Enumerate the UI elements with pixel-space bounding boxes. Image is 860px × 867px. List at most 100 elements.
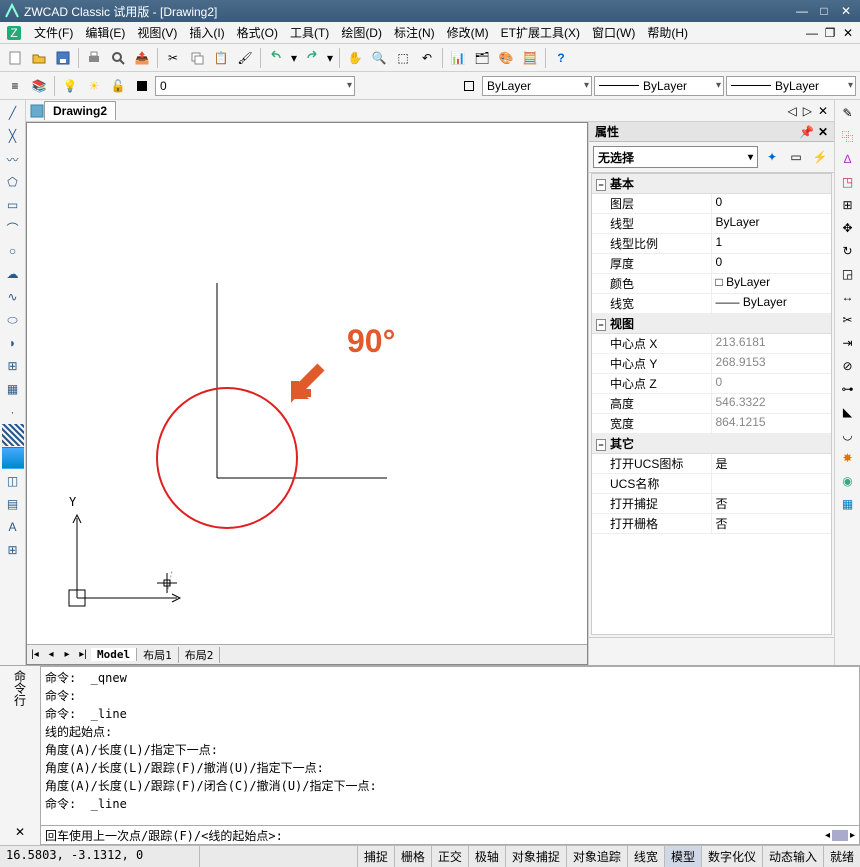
lineweight-combo[interactable]: ByLayer <box>594 76 724 96</box>
table2-icon[interactable]: ⊞ <box>2 539 24 561</box>
mirror-icon[interactable]: ∆ <box>837 148 859 170</box>
lineweight2-combo[interactable]: ByLayer <box>726 76 856 96</box>
prop-row[interactable]: 线型比例1 <box>592 234 831 254</box>
undo-dropdown-icon[interactable]: ▾ <box>289 47 299 69</box>
prop-row[interactable]: 打开捕捉否 <box>592 494 831 514</box>
status-toggle-对象捕捉[interactable]: 对象捕捉 <box>505 846 566 867</box>
layer-state-icon[interactable]: ≡ <box>4 75 26 97</box>
app-menu-icon[interactable]: Z <box>6 25 22 41</box>
menu-tools[interactable]: 工具(T) <box>284 22 335 43</box>
menu-dimension[interactable]: 标注(N) <box>388 22 441 43</box>
prop-row[interactable]: 宽度864.1215 <box>592 414 831 434</box>
status-toggle-就绪[interactable]: 就绪 <box>823 846 860 867</box>
prop-row[interactable]: 打开UCS图标是 <box>592 454 831 474</box>
ellipse-icon[interactable]: ⬭ <box>2 309 24 331</box>
prop-row[interactable]: 打开栅格否 <box>592 514 831 534</box>
status-toggle-线宽[interactable]: 线宽 <box>627 846 664 867</box>
publish-icon[interactable]: 📤 <box>131 47 153 69</box>
extend-icon[interactable]: ⇥ <box>837 332 859 354</box>
prop-value[interactable]: 0 <box>712 254 832 273</box>
prop-value[interactable]: 否 <box>712 514 832 533</box>
redo-dropdown-icon[interactable]: ▾ <box>325 47 335 69</box>
properties-close-icon[interactable]: ✕ <box>818 125 828 139</box>
revcloud-icon[interactable]: ☁ <box>2 263 24 285</box>
status-toggle-动态输入[interactable]: 动态输入 <box>762 846 823 867</box>
print-icon[interactable] <box>83 47 105 69</box>
prop-value[interactable]: 0 <box>712 194 832 213</box>
break-icon[interactable]: ⊘ <box>837 355 859 377</box>
gradient-icon[interactable] <box>2 447 24 469</box>
layer-lock-icon[interactable]: 🔓 <box>107 75 129 97</box>
document-tab[interactable]: Drawing2 <box>44 101 116 120</box>
layout-nav-last[interactable]: ▸| <box>75 649 91 660</box>
doc-nav-close[interactable]: ✕ <box>816 104 830 118</box>
command-log[interactable]: 命令: _qnew 命令: 命令: _line 线的起始点: 角度(A)/长度(… <box>40 666 860 826</box>
doc-nav-next[interactable]: ▷ <box>801 104 814 118</box>
minimize-button[interactable]: — <box>792 3 812 19</box>
cut-icon[interactable]: ✂ <box>162 47 184 69</box>
save-icon[interactable] <box>52 47 74 69</box>
prop-value[interactable]: □ ByLayer <box>712 274 832 293</box>
scale-icon[interactable]: ◲ <box>837 263 859 285</box>
cmd-scroll-left[interactable]: ◂ <box>825 830 830 841</box>
rectangle-icon[interactable]: ▭ <box>2 194 24 216</box>
command-close-icon[interactable]: ✕ <box>15 825 25 839</box>
redo-icon[interactable] <box>301 47 323 69</box>
stretch-icon[interactable]: ↔ <box>837 286 859 308</box>
prop-section-view[interactable]: −视图 <box>592 314 831 334</box>
paste-icon[interactable]: 📋 <box>210 47 232 69</box>
spline-icon[interactable]: ∿ <box>2 286 24 308</box>
prop-row[interactable]: 颜色□ ByLayer <box>592 274 831 294</box>
chamfer-icon[interactable]: ◣ <box>837 401 859 423</box>
sheet-icon[interactable]: ◉ <box>837 470 859 492</box>
zoom-window-icon[interactable]: ⬚ <box>392 47 414 69</box>
copy-obj-icon[interactable]: ⿻ <box>837 125 859 147</box>
layout-tab-2[interactable]: 布局2 <box>179 647 221 663</box>
properties-grid[interactable]: −基本图层0线型ByLayer线型比例1厚度0颜色□ ByLayer线宽—— B… <box>591 173 832 635</box>
prop-row[interactable]: 图层0 <box>592 194 831 214</box>
layout-tab-1[interactable]: 布局1 <box>137 647 179 663</box>
menu-draw[interactable]: 绘图(D) <box>335 22 388 43</box>
point-icon[interactable]: · <box>2 401 24 423</box>
prop-row[interactable]: 中心点 X213.6181 <box>592 334 831 354</box>
prop-section-basic[interactable]: −基本 <box>592 174 831 194</box>
join-icon[interactable]: ⊶ <box>837 378 859 400</box>
cmd-scroll-thumb[interactable] <box>832 830 848 841</box>
array-icon[interactable]: ⊞ <box>837 194 859 216</box>
selection-combo[interactable]: 无选择 <box>593 146 758 168</box>
layout-nav-first[interactable]: |◂ <box>27 649 43 660</box>
calc-icon[interactable]: 🧮 <box>519 47 541 69</box>
pan-icon[interactable]: ✋ <box>344 47 366 69</box>
menu-edit[interactable]: 编辑(E) <box>79 22 131 43</box>
layout-nav-next[interactable]: ▸ <box>59 649 75 660</box>
zoom-realtime-icon[interactable]: 🔍 <box>368 47 390 69</box>
prop-value[interactable]: 是 <box>712 454 832 473</box>
cmd-scroll-right[interactable]: ▸ <box>850 830 855 841</box>
more-icon[interactable]: ▦ <box>837 493 859 515</box>
status-toggle-正交[interactable]: 正交 <box>431 846 468 867</box>
new-icon[interactable] <box>4 47 26 69</box>
close-button[interactable]: ✕ <box>836 3 856 19</box>
offset-icon[interactable]: ◳ <box>837 171 859 193</box>
properties-pin-icon[interactable]: 📌 <box>799 125 814 139</box>
status-toggle-模型[interactable]: 模型 <box>664 846 701 867</box>
circle-icon[interactable]: ○ <box>2 240 24 262</box>
fillet-icon[interactable]: ◡ <box>837 424 859 446</box>
maximize-button[interactable]: □ <box>814 3 834 19</box>
trim-icon[interactable]: ✂ <box>837 309 859 331</box>
xline-icon[interactable]: ╳ <box>2 125 24 147</box>
layer-color-icon[interactable] <box>131 75 153 97</box>
status-toggle-极轴[interactable]: 极轴 <box>468 846 505 867</box>
table-icon[interactable]: ▤ <box>2 493 24 515</box>
prop-value[interactable]: 否 <box>712 494 832 513</box>
polygon-icon[interactable]: ⬠ <box>2 171 24 193</box>
status-toggle-对象追踪[interactable]: 对象追踪 <box>566 846 627 867</box>
copy-icon[interactable] <box>186 47 208 69</box>
prop-value[interactable]: 1 <box>712 234 832 253</box>
mtext-icon[interactable]: A <box>2 516 24 538</box>
open-icon[interactable] <box>28 47 50 69</box>
menu-et[interactable]: ET扩展工具(X) <box>495 22 586 43</box>
mdi-restore[interactable]: ❐ <box>822 26 838 40</box>
mdi-minimize[interactable]: — <box>804 26 820 40</box>
prop-row[interactable]: 高度546.3322 <box>592 394 831 414</box>
